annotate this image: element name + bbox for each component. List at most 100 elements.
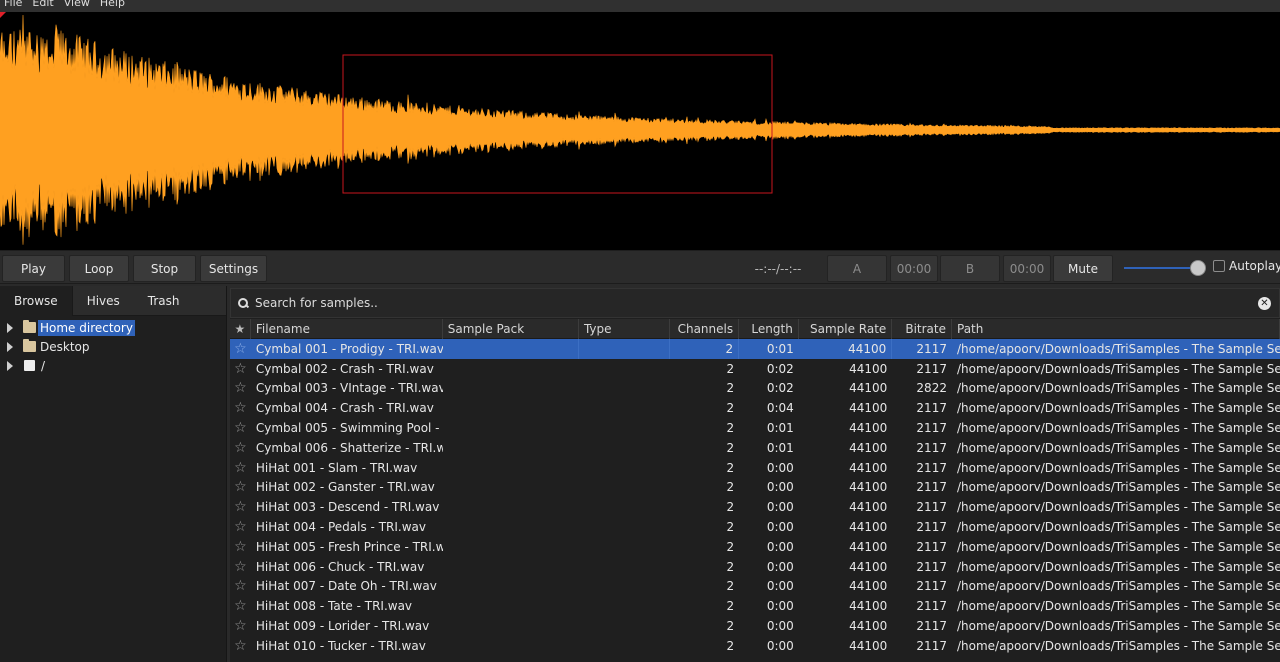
- tab-browse[interactable]: Browse: [0, 286, 73, 316]
- favorite-star-icon[interactable]: ☆: [230, 497, 251, 517]
- cell-type: [579, 478, 671, 498]
- favorite-star-icon[interactable]: ☆: [230, 359, 251, 379]
- table-row[interactable]: ☆ HiHat 010 - Tucker - TRI.wav 2 0:00 44100 2…: [230, 636, 1280, 656]
- favorite-star-icon[interactable]: ☆: [230, 438, 251, 458]
- clear-search-icon[interactable]: ✕: [1258, 297, 1271, 310]
- menu-file[interactable]: File: [0, 0, 28, 8]
- tree-item-label[interactable]: Home directory: [38, 319, 135, 336]
- favorite-star-icon[interactable]: ☆: [230, 339, 251, 359]
- loop-button[interactable]: Loop: [69, 255, 129, 282]
- volume-knob[interactable]: [1190, 260, 1206, 276]
- column-header-bitrate[interactable]: Bitrate: [892, 319, 952, 339]
- favorite-star-icon[interactable]: ☆: [230, 398, 251, 418]
- cell-path: /home/apoorv/Downloads/TriSamples - The …: [956, 341, 1280, 356]
- volume-slider[interactable]: [1124, 260, 1206, 276]
- favorite-star-icon[interactable]: ☆: [230, 557, 251, 577]
- table-row[interactable]: ☆ HiHat 006 - Chuck - TRI.wav 2 0:00 44100 21…: [230, 557, 1280, 577]
- play-button[interactable]: Play: [2, 255, 65, 282]
- cell-path: /home/apoorv/Downloads/TriSamples - The …: [956, 539, 1280, 554]
- cell-length: 0:01: [766, 440, 794, 455]
- cell-sample-pack: [443, 557, 579, 577]
- table-row[interactable]: ☆ HiHat 005 - Fresh Prince - TRI.wav 2 0:00…: [230, 537, 1280, 557]
- table-row[interactable]: ☆ Cymbal 006 - Shatterize - TRI.wav 2 0:01 4…: [230, 438, 1280, 458]
- column-header-length[interactable]: Length: [739, 319, 799, 339]
- cell-sample-pack: [443, 418, 579, 438]
- search-input[interactable]: [255, 296, 1235, 310]
- stop-button[interactable]: Stop: [133, 255, 196, 282]
- search-icon: [238, 298, 248, 308]
- waveform-view[interactable]: [0, 12, 1280, 250]
- favorite-star-icon[interactable]: ☆: [230, 596, 251, 616]
- table-row[interactable]: ☆ Cymbal 004 - Crash - TRI.wav 2 0:04 44100 2…: [230, 398, 1280, 418]
- favorite-star-icon[interactable]: ☆: [230, 418, 251, 438]
- table-row[interactable]: ☆ HiHat 009 - Lorider - TRI.wav 2 0:00 44100…: [230, 616, 1280, 636]
- tab-hives[interactable]: Hives: [73, 286, 134, 316]
- favorite-star-icon[interactable]: ☆: [230, 577, 251, 597]
- playhead-marker-icon[interactable]: [0, 12, 6, 18]
- column-header-channels[interactable]: Channels: [670, 319, 740, 339]
- folder-icon: [23, 339, 36, 352]
- table-row[interactable]: ☆ HiHat 007 - Date Oh - TRI.wav 2 0:00 44100…: [230, 577, 1280, 597]
- time-display: --:--/--:--: [754, 261, 802, 276]
- autoplay-checkbox[interactable]: [1213, 260, 1225, 272]
- a-time-field[interactable]: 00:00: [890, 255, 938, 282]
- cell-path: /home/apoorv/Downloads/TriSamples - The …: [956, 638, 1280, 653]
- tree-item-desktop[interactable]: Desktop: [0, 337, 226, 356]
- samples-panel: ✕ ★ Filename Sample Pack Type Channels L…: [230, 288, 1280, 662]
- autoplay-toggle[interactable]: Autoplay: [1213, 259, 1280, 273]
- search-bar: ✕: [230, 288, 1280, 318]
- table-row[interactable]: ☆ HiHat 004 - Pedals - TRI.wav 2 0:00 44100 2…: [230, 517, 1280, 537]
- menu-help[interactable]: Help: [96, 0, 131, 8]
- a-marker-button[interactable]: A: [827, 255, 887, 282]
- favorite-star-icon[interactable]: ☆: [230, 517, 251, 537]
- cell-length: 0:00: [766, 638, 794, 653]
- favorite-star-icon[interactable]: ☆: [230, 537, 251, 557]
- tree-item-root[interactable]: /: [0, 356, 226, 375]
- cell-filename: HiHat 006 - Chuck - TRI.wav: [255, 559, 425, 574]
- cell-length: 0:00: [766, 619, 794, 634]
- directory-tree: Home directory Desktop /: [0, 316, 226, 375]
- cell-sample-rate: 44100: [849, 539, 888, 554]
- table-row[interactable]: ☆ Cymbal 003 - VIntage - TRI.wav 2 0:02 4410…: [230, 379, 1280, 399]
- cell-length: 0:00: [766, 520, 794, 535]
- tree-item-label[interactable]: /: [39, 358, 47, 374]
- column-header-path[interactable]: Path: [952, 319, 1280, 339]
- table-row[interactable]: ☆ HiHat 008 - Tate - TRI.wav 2 0:00 44100 211…: [230, 596, 1280, 616]
- tree-item-home[interactable]: Home directory: [0, 318, 226, 337]
- mute-button[interactable]: Mute: [1053, 255, 1113, 282]
- table-row[interactable]: ☆ HiHat 003 - Descend - TRI.wav 2 0:00 44100…: [230, 497, 1280, 517]
- expand-arrow-icon[interactable]: [7, 322, 13, 333]
- column-header-type[interactable]: Type: [579, 319, 671, 339]
- column-header-sample-pack[interactable]: Sample Pack: [443, 319, 579, 339]
- tree-item-label[interactable]: Desktop: [38, 339, 92, 355]
- settings-button[interactable]: Settings: [200, 255, 267, 282]
- column-header-filename[interactable]: Filename: [251, 319, 443, 339]
- waveform-canvas[interactable]: [0, 12, 1280, 250]
- cell-bitrate: 2117: [916, 539, 947, 554]
- b-time-field[interactable]: 00:00: [1003, 255, 1051, 282]
- cell-path: /home/apoorv/Downloads/TriSamples - The …: [956, 401, 1280, 416]
- tab-trash[interactable]: Trash: [134, 286, 194, 316]
- menu-view[interactable]: View: [60, 0, 96, 8]
- favorite-star-icon[interactable]: ☆: [230, 458, 251, 478]
- favorite-star-icon[interactable]: ☆: [230, 636, 251, 656]
- table-row[interactable]: ☆ HiHat 002 - Ganster - TRI.wav 2 0:00 44100…: [230, 478, 1280, 498]
- expand-arrow-icon[interactable]: [7, 360, 13, 371]
- favorite-star-icon[interactable]: ☆: [230, 616, 251, 636]
- favorite-star-icon[interactable]: ☆: [230, 379, 251, 399]
- table-row[interactable]: ☆ Cymbal 001 - Prodigy - TRI.wav 2 0:01 4410…: [230, 339, 1280, 359]
- table-row[interactable]: ☆ Cymbal 005 - Swimming Pool - TRI.wa 2 0:0…: [230, 418, 1280, 438]
- table-row[interactable]: ☆ HiHat 001 - Slam - TRI.wav 2 0:00 44100 211…: [230, 458, 1280, 478]
- cell-length: 0:00: [766, 460, 794, 475]
- expand-arrow-icon[interactable]: [7, 341, 13, 352]
- volume-track: [1124, 267, 1198, 269]
- cell-path: /home/apoorv/Downloads/TriSamples - The …: [956, 619, 1280, 634]
- cell-bitrate: 2117: [916, 599, 947, 614]
- favorite-star-icon[interactable]: ☆: [230, 478, 251, 498]
- cell-filename: Cymbal 003 - VIntage - TRI.wav: [255, 381, 443, 396]
- favorite-column-star-icon[interactable]: ★: [230, 319, 251, 339]
- column-header-sample-rate[interactable]: Sample Rate: [799, 319, 893, 339]
- b-marker-button[interactable]: B: [940, 255, 1000, 282]
- menu-edit[interactable]: Edit: [28, 0, 59, 8]
- table-row[interactable]: ☆ Cymbal 002 - Crash - TRI.wav 2 0:02 44100 2…: [230, 359, 1280, 379]
